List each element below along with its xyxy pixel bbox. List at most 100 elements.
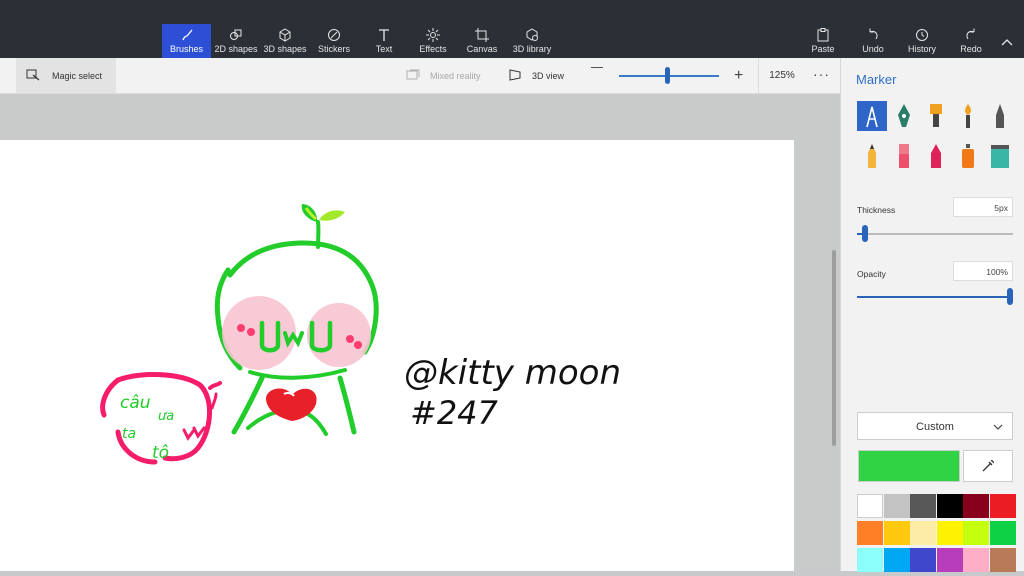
- chevron-down-icon: [993, 424, 1003, 430]
- palette-swatch[interactable]: [910, 494, 936, 518]
- palette-swatch[interactable]: [883, 521, 910, 545]
- color-mode-dropdown[interactable]: Custom: [857, 412, 1013, 440]
- palette-swatch[interactable]: [857, 494, 883, 518]
- calligraphy-pen-icon: [898, 104, 910, 127]
- palette-swatch[interactable]: [857, 548, 883, 572]
- opacity-slider-fill: [857, 296, 1013, 298]
- palette-swatch[interactable]: [963, 521, 989, 545]
- oil-brush-icon: [930, 104, 942, 127]
- brush-fill[interactable]: [985, 141, 1015, 171]
- history-label: History: [907, 44, 936, 54]
- undo-button[interactable]: Undo: [856, 24, 890, 58]
- thickness-slider-thumb[interactable]: [861, 225, 868, 242]
- canvas-label: Canvas: [466, 44, 498, 54]
- undo-icon: [869, 28, 878, 40]
- brush-pencil[interactable]: [857, 141, 887, 171]
- text-tab[interactable]: Text: [366, 24, 402, 58]
- pixel-pen-icon: [996, 104, 1004, 128]
- brush-crayon[interactable]: [921, 141, 951, 171]
- brush-calligraphy-pen[interactable]: [889, 101, 919, 131]
- brush-marker[interactable]: [857, 101, 887, 131]
- palette-swatch[interactable]: [936, 548, 963, 572]
- redo-button[interactable]: Redo: [954, 24, 988, 58]
- 3d-shapes-tab[interactable]: 3D shapes: [263, 24, 307, 58]
- paste-label: Paste: [811, 44, 835, 54]
- 2d-shapes-icon: [230, 29, 242, 40]
- palette-swatch[interactable]: [910, 521, 936, 545]
- palette-swatch[interactable]: [963, 494, 989, 518]
- palette-swatch[interactable]: [910, 548, 936, 572]
- artist-handle: @kitty moon: [404, 353, 621, 393]
- magic-select-button[interactable]: Magic select: [16, 58, 116, 93]
- thickness-slider-track[interactable]: [857, 233, 1013, 235]
- 3d-view-icon: [509, 69, 521, 81]
- spray-can-icon: [962, 144, 974, 168]
- history-icon: [916, 29, 928, 41]
- drawing-canvas[interactable]: câu ưa ta tô @kitty moon #247: [0, 140, 794, 571]
- color-mode-value: Custom: [916, 421, 954, 433]
- brush-watercolor[interactable]: [953, 101, 983, 131]
- history-button[interactable]: History: [903, 24, 941, 58]
- magic-select-icon: [26, 69, 40, 81]
- canvas-tab[interactable]: Canvas: [463, 24, 501, 58]
- effects-icon: [426, 28, 440, 42]
- zoom-slider-thumb[interactable]: [664, 67, 670, 84]
- canvas-icon: [475, 28, 489, 42]
- collapse-toolbar-button[interactable]: [1000, 34, 1020, 48]
- palette-swatch[interactable]: [857, 521, 883, 545]
- redo-label: Redo: [960, 44, 982, 54]
- opacity-slider-thumb[interactable]: [1007, 288, 1013, 305]
- top-toolbar: Brushes 2D shapes 3D shapes Stickers Tex…: [0, 0, 1024, 58]
- 3d-shapes-icon: [279, 28, 291, 42]
- drawing-artwork: câu ưa ta tô @kitty moon #247: [100, 204, 621, 465]
- brush-eraser[interactable]: [889, 141, 919, 171]
- sticker-icon: [328, 29, 340, 41]
- bubble-text-line3: ta: [122, 426, 136, 442]
- watercolor-icon: [965, 104, 971, 128]
- palette-swatch[interactable]: [989, 494, 1016, 518]
- brush-pixel-pen[interactable]: [985, 101, 1015, 131]
- zoom-in-button[interactable]: +: [734, 68, 743, 84]
- 3d-view-label: 3D view: [532, 71, 565, 81]
- pencil-icon: [868, 144, 876, 168]
- opacity-input[interactable]: 100%: [953, 261, 1013, 281]
- palette-swatch[interactable]: [989, 521, 1016, 545]
- zoom-out-button[interactable]: [591, 67, 603, 68]
- text-label: Text: [375, 44, 393, 54]
- stickers-tab[interactable]: Stickers: [314, 24, 354, 58]
- eyedropper-button[interactable]: [963, 450, 1013, 482]
- paste-button[interactable]: Paste: [806, 24, 840, 58]
- stickers-label: Stickers: [317, 44, 350, 54]
- paste-icon: [817, 28, 829, 42]
- effects-tab[interactable]: Effects: [414, 24, 452, 58]
- vertical-scrollbar[interactable]: [832, 250, 836, 446]
- brushes-label: Brushes: [169, 44, 204, 54]
- palette-swatch[interactable]: [963, 548, 989, 572]
- eraser-icon: [899, 144, 909, 168]
- palette-swatch[interactable]: [989, 548, 1016, 572]
- thickness-label: Thickness: [857, 205, 896, 215]
- 2d-shapes-tab[interactable]: 2D shapes: [214, 24, 258, 58]
- brush-icon: [181, 29, 192, 41]
- current-color-swatch[interactable]: [858, 450, 960, 482]
- palette-swatch[interactable]: [883, 548, 910, 572]
- zoom-level[interactable]: 125%: [758, 58, 805, 93]
- brush-spray-can[interactable]: [953, 141, 983, 171]
- 3d-library-tab[interactable]: 3D library: [510, 24, 554, 58]
- opacity-label: Opacity: [857, 269, 886, 279]
- magic-select-label: Magic select: [52, 71, 103, 81]
- brush-oil[interactable]: [921, 101, 951, 131]
- 3d-library-icon: [526, 28, 538, 41]
- bubble-text-line4: tô: [152, 443, 169, 463]
- palette-swatch[interactable]: [936, 494, 963, 518]
- fill-icon: [991, 145, 1009, 168]
- brushes-tab[interactable]: Brushes: [162, 24, 211, 58]
- 3d-shapes-label: 3D shapes: [263, 44, 307, 54]
- crayon-icon: [931, 144, 941, 168]
- thickness-input[interactable]: 5px: [953, 197, 1013, 217]
- palette-swatch[interactable]: [936, 521, 963, 545]
- eyedropper-icon: [982, 460, 994, 472]
- mixed-reality-label: Mixed reality: [430, 71, 481, 81]
- palette-swatch[interactable]: [883, 494, 910, 518]
- more-options-button[interactable]: ···: [813, 66, 830, 82]
